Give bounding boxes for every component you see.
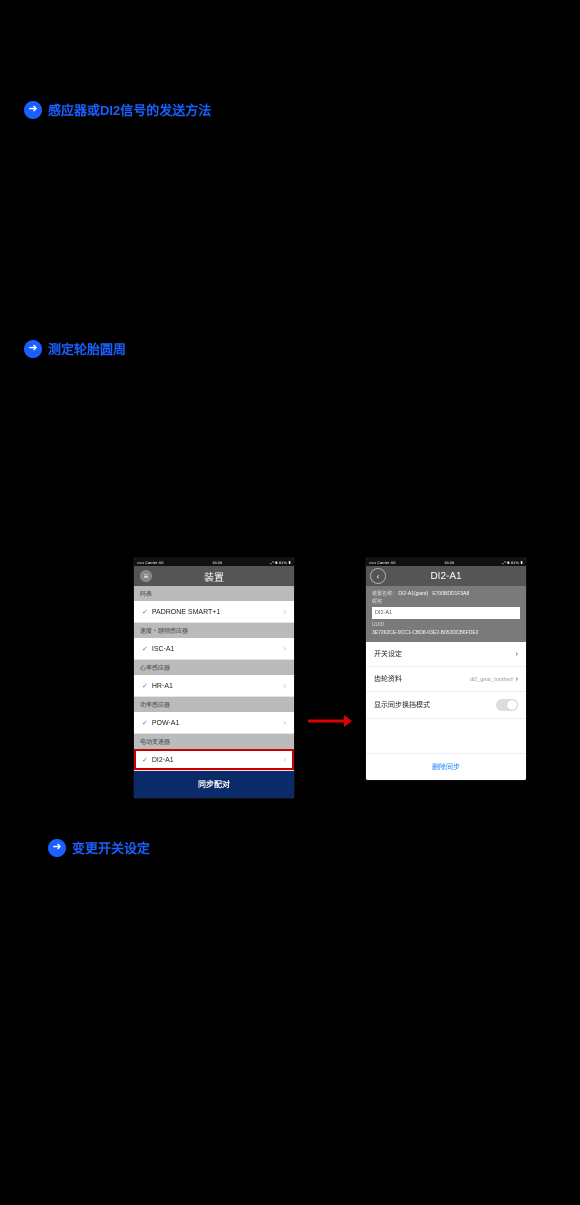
navbar-title: DI2-A1	[430, 571, 461, 582]
device-cell[interactable]: ✓ISC-A1›	[134, 638, 294, 660]
navbar: ‹ DI2-A1	[366, 566, 526, 586]
navbar-title: 装置	[204, 569, 224, 584]
section-header: 速度・踏频感应器	[134, 623, 294, 638]
screenshot-row: ••••• Carrier 4G 15:26 ⤢ ✱ 81% ▮ ≡ 装置 码表…	[134, 558, 556, 798]
device-cell-di2[interactable]: ✓DI2-A1›	[134, 749, 294, 771]
navbar: ≡ 装置	[134, 566, 294, 586]
arrow-right-icon: ➜	[48, 839, 66, 857]
section-header: 码表	[134, 586, 294, 601]
link-text-1: 感应器或DI2信号的发送方法	[48, 100, 211, 119]
phone-device-list: ••••• Carrier 4G 15:26 ⤢ ✱ 81% ▮ ≡ 装置 码表…	[134, 558, 294, 798]
status-right: ⤢ ✱ 81% ▮	[270, 560, 291, 565]
row-subvalue: di2_gear_toothed	[470, 677, 513, 683]
device-cell[interactable]: ✓POW-A1›	[134, 712, 294, 734]
device-info-block: 装置名称： DI2-A1(giant) E700BDD1F3A8 昵称 DI2-…	[366, 586, 526, 642]
phone-di2-detail: ••••• Carrier 4G 15:26 ⤢ ✱ 81% ▮ ‹ DI2-A…	[366, 558, 526, 780]
nickname-input[interactable]: DI2-A1	[372, 607, 520, 619]
arrow-right-icon	[308, 714, 352, 728]
info-value: DI2-A1(giant)	[398, 591, 428, 597]
device-name: POW-A1	[152, 720, 180, 727]
row-label: 齿轮资料	[374, 674, 402, 684]
chevron-right-icon: ›	[516, 676, 518, 683]
link-text-2: 测定轮胎圆周	[48, 339, 126, 358]
device-name: PADRONE SMART+1	[152, 609, 220, 616]
delete-pairing-button[interactable]: 删除同步	[366, 753, 526, 780]
status-right: ⤢ ✱ 81% ▮	[502, 560, 523, 565]
doc-link-3[interactable]: ➜ 变更开关设定	[48, 838, 556, 857]
chevron-right-icon: ›	[283, 607, 286, 616]
status-time: 15:26	[444, 560, 454, 565]
status-time: 15:26	[212, 560, 222, 565]
info-serial: E700BDD1F3A8	[432, 591, 469, 597]
back-icon[interactable]: ‹	[370, 568, 386, 584]
chevron-right-icon: ›	[283, 644, 286, 653]
arrow-right-icon: ➜	[24, 101, 42, 119]
status-bar: ••••• Carrier 4G 15:26 ⤢ ✱ 81% ▮	[134, 558, 294, 566]
info-label: 装置名称：	[372, 591, 397, 597]
info-label: 昵称	[372, 599, 520, 607]
doc-link-2[interactable]: ➜ 测定轮胎圆周	[24, 339, 556, 358]
link-text-3: 变更开关设定	[72, 838, 150, 857]
chevron-right-icon: ›	[516, 651, 518, 658]
gear-data-row[interactable]: 齿轮资料 di2_gear_toothed›	[366, 667, 526, 692]
toggle-switch[interactable]	[496, 699, 518, 711]
info-label: UUID	[372, 622, 520, 630]
device-cell[interactable]: ✓HR-A1›	[134, 675, 294, 697]
section-header: 心率感应器	[134, 660, 294, 675]
row-label: 显示同步换挡模式	[374, 700, 430, 710]
device-name: ISC-A1	[152, 646, 175, 653]
status-left: ••••• Carrier 4G	[369, 560, 396, 565]
arrow-right-icon: ➜	[24, 340, 42, 358]
device-name: HR-A1	[152, 683, 173, 690]
chevron-right-icon: ›	[283, 681, 286, 690]
doc-link-1[interactable]: ➜ 感应器或DI2信号的发送方法	[24, 100, 556, 119]
section-header: 电动变速器	[134, 734, 294, 749]
chevron-right-icon: ›	[283, 755, 286, 764]
pair-button[interactable]: 同步配对	[134, 771, 294, 798]
sync-shift-row[interactable]: 显示同步换挡模式	[366, 692, 526, 719]
section-header: 功率感应器	[134, 697, 294, 712]
device-name: DI2-A1	[152, 757, 174, 764]
spacer	[366, 719, 526, 753]
status-left: ••••• Carrier 4G	[137, 560, 164, 565]
switch-setting-row[interactable]: 开关设定 ›	[366, 642, 526, 667]
chevron-right-icon: ›	[283, 718, 286, 727]
uuid-value: 3E7262CE-9CC1-CBD8-03E2-B053DCB6FDE3	[372, 630, 520, 638]
row-label: 开关设定	[374, 649, 402, 659]
device-cell[interactable]: ✓PADRONE SMART+1›	[134, 601, 294, 623]
menu-icon[interactable]: ≡	[140, 570, 152, 582]
status-bar: ••••• Carrier 4G 15:26 ⤢ ✱ 81% ▮	[366, 558, 526, 566]
